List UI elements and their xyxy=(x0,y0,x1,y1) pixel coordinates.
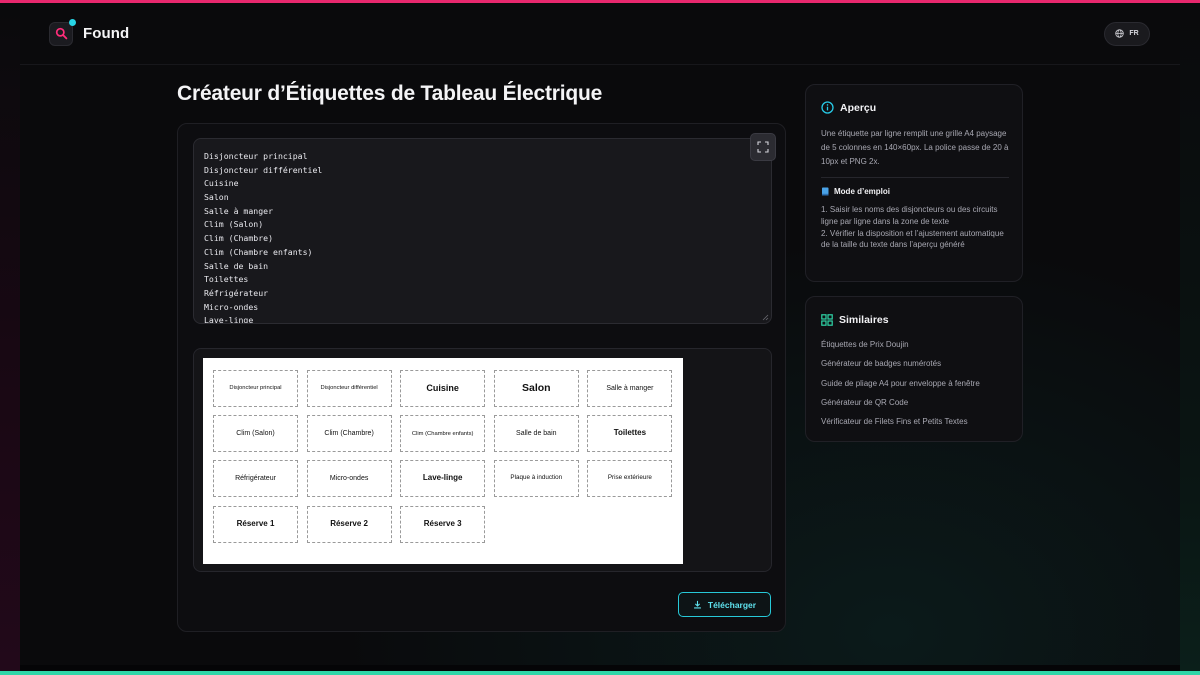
textarea-line: Lave-linge xyxy=(204,315,254,324)
breaker-label: Clim (Salon) xyxy=(213,415,298,453)
labels-textarea[interactable]: Disjoncteur principal Disjoncteur différe… xyxy=(193,138,772,324)
howto-title: Mode d’emploi xyxy=(834,187,890,196)
download-label: Télécharger xyxy=(707,599,757,610)
bottom-accent-bar xyxy=(0,671,1200,675)
similar-tool-link[interactable]: Guide de pliage A4 pour enveloppe à fenê… xyxy=(821,378,980,397)
info-icon xyxy=(821,101,834,114)
howto-step-1: 1. Saisir les noms des disjoncteurs ou d… xyxy=(821,205,998,226)
textarea-line: Micro-ondes xyxy=(204,301,259,312)
textarea-content[interactable]: Disjoncteur principal Disjoncteur différe… xyxy=(194,139,771,324)
similar-tool-link[interactable]: Générateur de QR Code xyxy=(821,397,980,416)
textarea-line: Disjoncteur principal xyxy=(204,151,308,161)
breaker-label: Salle de bain xyxy=(493,415,579,453)
breaker-label: Réfrigérateur xyxy=(213,460,298,498)
globe-icon xyxy=(1115,29,1125,38)
breaker-label: Lave-linge xyxy=(400,460,486,498)
similar-tool-link[interactable]: Étiquettes de Prix Doujin xyxy=(821,339,980,358)
breaker-label: Plaque à induction xyxy=(493,460,579,498)
breaker-label: Clim (Chambre) xyxy=(306,415,392,453)
textarea-line: Réfrigérateur xyxy=(204,287,269,298)
preview-panel: Disjoncteur principal Disjoncteur différe… xyxy=(193,348,772,572)
breaker-label: Réserve 1 xyxy=(213,505,298,543)
tool-card: Disjoncteur principal Disjoncteur différe… xyxy=(177,123,786,632)
brand-dot xyxy=(69,18,76,26)
breaker-label: Disjoncteur principal xyxy=(213,370,298,407)
expand-icon xyxy=(757,141,769,153)
brand-link[interactable]: Found xyxy=(49,18,130,46)
breaker-label: Clim (Chambre enfants) xyxy=(400,415,486,453)
similar-tool-link[interactable]: Vérificateur de Filets Fins et Petits Te… xyxy=(821,416,980,435)
search-icon xyxy=(55,27,67,40)
download-button[interactable]: Télécharger xyxy=(678,592,771,617)
textarea-line: Salle à manger xyxy=(204,205,274,216)
book-icon xyxy=(822,187,829,196)
language-switcher[interactable]: FR xyxy=(1104,21,1150,46)
howto-step-2: 2. Vérifier la disposition et l’ajusteme… xyxy=(821,228,1004,250)
textarea-line: Toilettes xyxy=(204,274,249,285)
breaker-label: Micro-ondes xyxy=(306,460,392,498)
textarea-line: Clim (Chambre) xyxy=(204,233,274,244)
breaker-label: Disjoncteur différentiel xyxy=(306,370,392,407)
breaker-label: Réserve 3 xyxy=(400,505,486,543)
left-glow xyxy=(0,3,20,671)
grid-icon xyxy=(821,314,833,326)
breaker-label: Réserve 2 xyxy=(306,505,392,543)
similar-tool-link[interactable]: Générateur de badges numérotés xyxy=(821,358,980,377)
breaker-label: Cuisine xyxy=(400,370,486,407)
right-glow xyxy=(1180,3,1200,671)
howto-heading: Mode d’emploi xyxy=(821,187,890,196)
textarea-line: Salle de bain xyxy=(204,260,269,271)
textarea-line: Disjoncteur différentiel xyxy=(204,164,323,175)
textarea-line: Clim (Salon) xyxy=(204,219,264,230)
textarea-line: Cuisine xyxy=(204,178,239,189)
overview-description: Une étiquette par ligne remplit une gril… xyxy=(821,129,1009,166)
breaker-label: Prise extérieure xyxy=(587,460,673,498)
site-header: Found FR xyxy=(20,3,1180,65)
breaker-label: Salon xyxy=(493,370,579,407)
similar-heading: Similaires xyxy=(821,314,889,326)
overview-card: Aperçu Une étiquette par ligne remplit u… xyxy=(805,84,1023,282)
overview-title: Aperçu xyxy=(840,101,877,114)
overview-divider xyxy=(821,177,1009,178)
similar-card: Similaires Étiquettes de Prix Doujin Géné… xyxy=(805,296,1023,442)
textarea-line: Clim (Chambre enfants) xyxy=(204,246,313,257)
brand-logo xyxy=(49,18,76,46)
brand-name: Found xyxy=(83,25,130,42)
howto-steps: 1. Saisir les noms des disjoncteurs ou d… xyxy=(821,204,1013,251)
breaker-label: Toilettes xyxy=(587,415,673,453)
page-title: Créateur d’Étiquettes de Tableau Électri… xyxy=(177,82,603,105)
textarea-line: Salon xyxy=(204,192,229,203)
fullscreen-button[interactable] xyxy=(750,133,776,161)
similar-title: Similaires xyxy=(839,314,889,326)
label-sheet-preview: Disjoncteur principal Disjoncteur différe… xyxy=(203,358,683,564)
overview-heading: Aperçu xyxy=(821,101,876,114)
similar-tools-list: Étiquettes de Prix Doujin Générateur de b… xyxy=(821,339,980,435)
breaker-label: Salle à manger xyxy=(587,370,673,407)
language-code: FR xyxy=(1129,30,1139,37)
resize-grip-icon[interactable] xyxy=(762,314,769,321)
download-icon xyxy=(693,600,701,609)
